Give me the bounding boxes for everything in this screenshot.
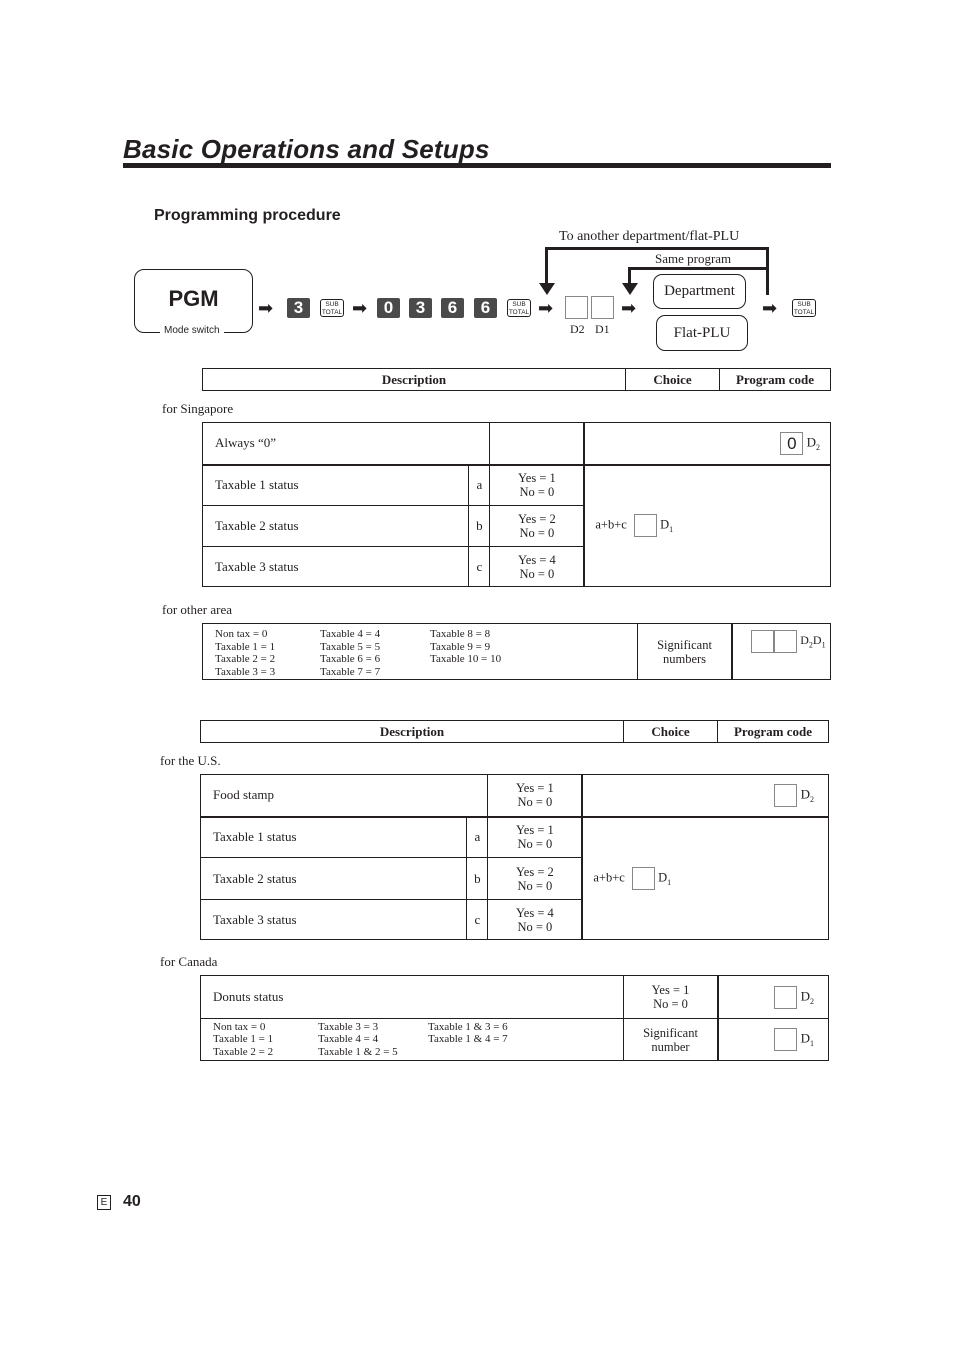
canada-col1: Non tax = 0 Taxable 1 = 1 Taxable 2 = 2 bbox=[213, 1020, 274, 1058]
header-choice: Choice bbox=[623, 720, 718, 743]
code-d1: a+b+c D1 bbox=[583, 463, 832, 587]
code-d1: a+b+c D1 bbox=[581, 815, 830, 940]
loop-line bbox=[545, 247, 769, 250]
table-row: Taxable 1 status a Yes = 1 No = 0 a+b+c D… bbox=[199, 815, 830, 940]
loop-line bbox=[766, 247, 769, 295]
digit-label-d2: D2 bbox=[570, 322, 585, 336]
code-d2: D2 bbox=[717, 975, 829, 1019]
key-6: 6 bbox=[441, 298, 464, 318]
subtotal-key: SUB TOTAL bbox=[320, 299, 344, 317]
key-6: 6 bbox=[474, 298, 497, 318]
mode-switch-caption: Mode switch bbox=[160, 325, 224, 336]
other-choice: Significant numbers bbox=[637, 623, 733, 680]
caption-singapore: for Singapore bbox=[162, 401, 234, 416]
header-program-code: Program code bbox=[719, 368, 831, 391]
row-food-stamp: Food stamp bbox=[199, 774, 489, 817]
option-flat-plu: Flat-PLU bbox=[656, 315, 748, 351]
row-always-zero: Always “0” bbox=[201, 422, 491, 465]
key-0: 0 bbox=[377, 298, 400, 318]
code-d2: D2 bbox=[581, 774, 830, 817]
row-donuts: Donuts status bbox=[200, 975, 624, 1019]
loop-line bbox=[628, 267, 769, 270]
loop-label-same: Same program bbox=[655, 251, 732, 266]
code-d1: D1 bbox=[717, 1018, 829, 1061]
subtotal-key: SUB TOTAL bbox=[507, 299, 531, 317]
canada-col2: Taxable 3 = 3 Taxable 4 = 4 Taxable 1 & 2 … bbox=[318, 1020, 398, 1058]
loop-label-another: To another department/flat-PLU bbox=[559, 229, 740, 244]
caption-other-area: for other area bbox=[162, 602, 233, 617]
header-description: Description bbox=[202, 368, 626, 391]
section-title: Programming procedure bbox=[154, 207, 341, 224]
other-col2: Taxable 4 = 4 Taxable 5 = 5 Taxable 6 = 6T… bbox=[320, 628, 381, 678]
table-other-area: Non tax = 0 Taxable 1 = 1 Taxable 2 = 2 Tax… bbox=[202, 623, 831, 680]
key-3: 3 bbox=[287, 298, 310, 318]
header-choice: Choice bbox=[625, 368, 720, 391]
arrow-right-icon: ➡ bbox=[258, 298, 274, 318]
arrow-right-icon: ➡ bbox=[621, 298, 637, 318]
title-rule bbox=[123, 163, 831, 168]
language-badge: E bbox=[97, 1195, 111, 1210]
canada-col3: Taxable 1 & 3 = 6 Taxable 1 & 4 = 7 bbox=[428, 1020, 508, 1046]
canada-choice: Significant number bbox=[623, 1018, 719, 1061]
other-col1: Non tax = 0 Taxable 1 = 1 Taxable 2 = 2 Tax… bbox=[215, 628, 276, 678]
table-canada: Donuts status Yes = 1 No = 0 D2 Non tax =… bbox=[200, 975, 829, 1061]
arrow-down-icon bbox=[539, 283, 555, 295]
code-d2: 0 D2 bbox=[583, 422, 832, 465]
digit-box-d2 bbox=[565, 296, 588, 319]
table1-header: Description Choice Program code bbox=[202, 368, 831, 391]
code-d2d1: D2D1 bbox=[731, 623, 831, 680]
caption-us: for the U.S. bbox=[160, 753, 221, 768]
arrow-right-icon: ➡ bbox=[352, 298, 368, 318]
header-program-code: Program code bbox=[717, 720, 829, 743]
caption-canada: for Canada bbox=[160, 954, 218, 969]
arrow-right-icon: ➡ bbox=[762, 298, 778, 318]
pgm-label: PGM bbox=[168, 286, 219, 311]
page-title: Basic Operations and Setups bbox=[123, 134, 490, 164]
arrow-right-icon: ➡ bbox=[538, 298, 554, 318]
subtotal-key: SUB TOTAL bbox=[792, 299, 816, 317]
table-us: Food stamp Yes = 1 No = 0 D2 Taxable 1 st… bbox=[199, 774, 830, 940]
header-description: Description bbox=[200, 720, 624, 743]
key-3: 3 bbox=[409, 298, 432, 318]
page-number: 40 bbox=[123, 1193, 141, 1210]
option-department: Department bbox=[653, 274, 746, 309]
digit-box-d1 bbox=[591, 296, 614, 319]
table-row: Taxable 1 status a Yes = 1 No = 0 a+b+c D… bbox=[201, 463, 832, 587]
other-col3: Taxable 8 = 8 Taxable 9 = 9 Taxable 10 = 1… bbox=[430, 628, 502, 665]
table-singapore: Always “0” 0 D2 Taxable 1 status a Yes =… bbox=[201, 422, 832, 587]
table2-header: Description Choice Program code bbox=[200, 720, 829, 743]
digit-label-d1: D1 bbox=[595, 322, 610, 336]
arrow-down-icon bbox=[622, 283, 638, 295]
